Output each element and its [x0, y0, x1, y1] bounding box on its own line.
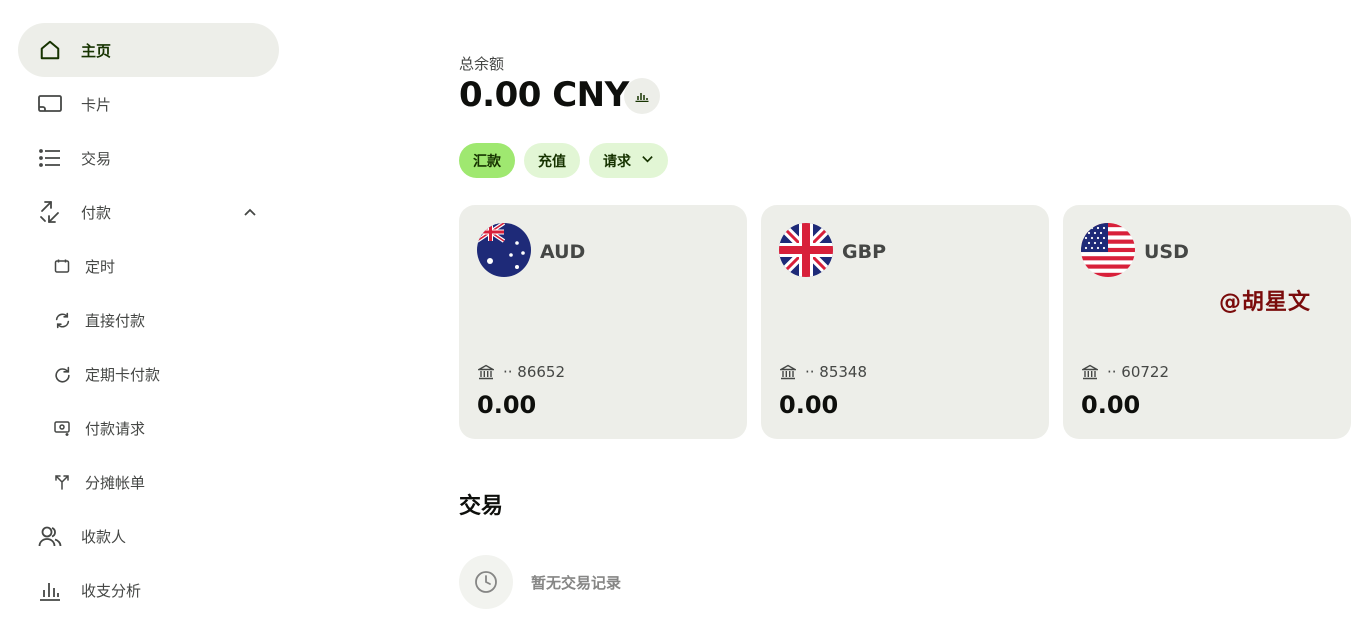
sidebar: 主页 卡片 交易 付款 定时 直接付款 定期卡付款 付款请求 分摊帐单 收款人 …: [18, 23, 279, 617]
sidebar-item-label: 交易: [81, 149, 112, 168]
sidebar-subitem-payment-requests[interactable]: 付款请求: [18, 401, 279, 455]
account-card-usd[interactable]: USD ·· 60722 0.00: [1063, 205, 1351, 439]
redo-icon: [53, 365, 71, 383]
sidebar-subitem-label: 定时: [85, 257, 116, 276]
sidebar-subitem-label: 付款请求: [85, 419, 146, 438]
action-buttons: 汇款 充值 请求: [459, 143, 668, 178]
currency-code: GBP: [842, 241, 887, 263]
currency-code: AUD: [540, 241, 586, 263]
bank-icon: [477, 363, 495, 381]
sidebar-item-transactions[interactable]: 交易: [18, 131, 279, 185]
total-balance-amount: 0.00 CNY: [459, 75, 629, 115]
currency-code: USD: [1144, 241, 1189, 263]
transfer-icon: [38, 200, 62, 224]
australia-flag-icon: [477, 223, 531, 277]
account-card-aud[interactable]: AUD ·· 86652 0.00: [459, 205, 747, 439]
card-icon: [38, 92, 62, 116]
sidebar-item-label: 收支分析: [81, 581, 142, 600]
currency-cards: AUD ·· 86652 0.00 GBP ·· 85348 0.00 USD …: [459, 205, 1351, 439]
sidebar-subitem-scheduled[interactable]: 定时: [18, 239, 279, 293]
clock-icon: [459, 555, 513, 609]
sidebar-subitem-direct-debit[interactable]: 直接付款: [18, 293, 279, 347]
calendar-icon: [53, 257, 71, 275]
sidebar-item-cards[interactable]: 卡片: [18, 77, 279, 131]
sidebar-item-home[interactable]: 主页: [18, 23, 279, 77]
account-card-gbp[interactable]: GBP ·· 85348 0.00: [761, 205, 1049, 439]
account-number: ·· 60722: [1107, 363, 1170, 381]
account-balance: 0.00: [779, 391, 839, 419]
sidebar-item-label: 卡片: [81, 95, 112, 114]
bank-icon: [1081, 363, 1099, 381]
account-number-row: ·· 85348: [779, 363, 867, 381]
home-icon: [38, 38, 62, 62]
bar-chart-icon: [38, 578, 62, 602]
sidebar-item-label: 收款人: [81, 527, 127, 546]
chevron-down-icon: [641, 152, 654, 169]
request-button-label: 请求: [603, 153, 631, 170]
request-button[interactable]: 请求: [589, 143, 668, 178]
sidebar-subitem-split-bill[interactable]: 分摊帐单: [18, 455, 279, 509]
total-balance-label: 总余额: [459, 55, 505, 73]
sidebar-item-label: 主页: [81, 41, 112, 60]
sidebar-item-insights[interactable]: 收支分析: [18, 563, 279, 617]
empty-transactions-text: 暂无交易记录: [531, 573, 622, 592]
account-number: ·· 85348: [805, 363, 868, 381]
account-balance: 0.00: [477, 391, 537, 419]
account-balance: 0.00: [1081, 391, 1141, 419]
account-number: ·· 86652: [503, 363, 566, 381]
bank-icon: [779, 363, 797, 381]
sidebar-item-recipients[interactable]: 收款人: [18, 509, 279, 563]
watermark: @胡星文: [1219, 290, 1312, 315]
add-money-button-label: 充值: [538, 153, 566, 170]
recipients-icon: [38, 524, 62, 548]
sidebar-item-label: 付款: [81, 203, 112, 222]
sidebar-subitem-label: 定期卡付款: [85, 365, 161, 384]
uk-flag-icon: [779, 223, 833, 277]
bar-chart-icon: [635, 87, 649, 106]
insights-button[interactable]: [624, 78, 660, 114]
send-button[interactable]: 汇款: [459, 143, 515, 178]
refresh-icon: [53, 311, 71, 329]
split-icon: [53, 473, 71, 491]
transactions-empty-state: 暂无交易记录: [459, 555, 621, 609]
request-money-icon: [53, 419, 71, 437]
add-money-button[interactable]: 充值: [524, 143, 580, 178]
chevron-up-icon[interactable]: [243, 204, 257, 223]
list-icon: [38, 146, 62, 170]
transactions-heading: 交易: [459, 494, 504, 519]
send-button-label: 汇款: [473, 153, 501, 170]
sidebar-subitem-recurring-card[interactable]: 定期卡付款: [18, 347, 279, 401]
sidebar-item-payments[interactable]: 付款: [18, 185, 279, 239]
sidebar-subitem-label: 分摊帐单: [85, 473, 146, 492]
us-flag-icon: [1081, 223, 1135, 277]
account-number-row: ·· 86652: [477, 363, 565, 381]
sidebar-subitem-label: 直接付款: [85, 311, 146, 330]
account-number-row: ·· 60722: [1081, 363, 1169, 381]
